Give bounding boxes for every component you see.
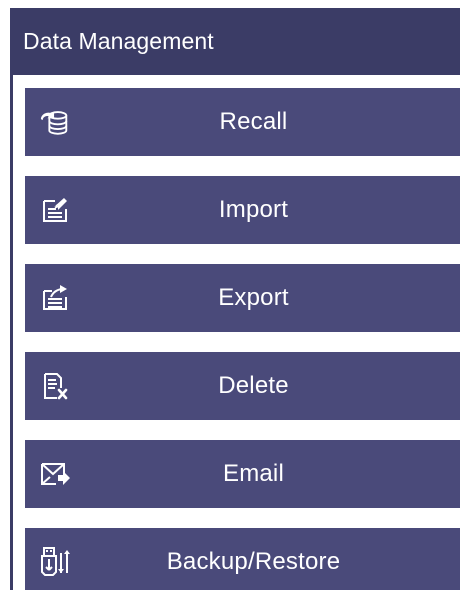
email-button[interactable]: Email xyxy=(25,440,460,508)
backup-restore-label: Backup/Restore xyxy=(166,548,341,575)
export-button[interactable]: Export xyxy=(25,264,460,332)
delete-label: Delete xyxy=(218,372,289,399)
recall-label: Recall xyxy=(219,108,288,135)
export-document-icon xyxy=(39,282,71,314)
email-label: Email xyxy=(222,460,284,487)
recall-button[interactable]: Recall xyxy=(25,88,460,156)
import-label: Import xyxy=(218,196,289,223)
delete-document-icon xyxy=(39,370,71,402)
email-send-icon xyxy=(39,458,71,490)
import-document-icon xyxy=(39,194,71,226)
data-management-panel: Data Management Recall Import Export Del… xyxy=(10,8,460,590)
page-title: Data Management xyxy=(23,28,214,54)
export-label: Export xyxy=(218,284,289,311)
import-button[interactable]: Import xyxy=(25,176,460,244)
backup-restore-button[interactable]: Backup/Restore xyxy=(25,528,460,590)
delete-button[interactable]: Delete xyxy=(25,352,460,420)
usb-transfer-icon xyxy=(39,546,71,578)
panel-header: Data Management xyxy=(13,8,460,75)
database-recall-icon xyxy=(39,106,71,138)
